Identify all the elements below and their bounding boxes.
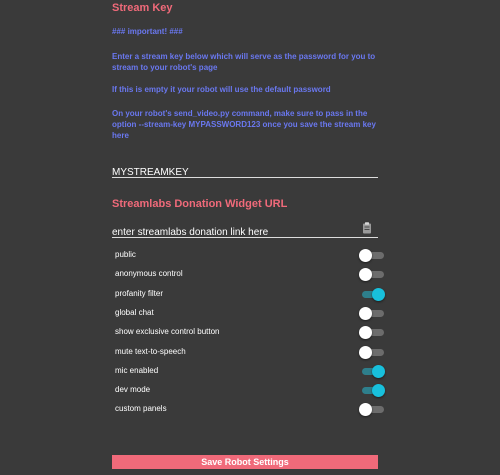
donation-link-input[interactable] — [112, 225, 352, 240]
stream-key-info-3: On your robot's send_video.py command, m… — [112, 109, 376, 140]
toggle-anonymous-control[interactable] — [359, 268, 385, 282]
setting-label-profanity-filter: profanity filter — [115, 288, 164, 298]
stream-key-info-2: If this is empty it your robot will use … — [112, 85, 331, 94]
stream-key-title: Stream Key — [112, 2, 173, 14]
clipboard-icon[interactable] — [362, 222, 372, 234]
toggle-knob — [359, 326, 372, 340]
toggle-knob — [372, 287, 385, 301]
toggle-mute-text-to-speech[interactable] — [359, 345, 385, 359]
important-notice: ### important! ### — [112, 27, 183, 36]
toggle-knob — [359, 403, 372, 417]
toggle-knob — [359, 268, 372, 282]
donation-widget-title: Streamlabs Donation Widget URL — [112, 198, 288, 210]
toggle-global-chat[interactable] — [359, 306, 385, 320]
setting-row-show-exclusive-control-button: show exclusive control button — [115, 324, 384, 340]
toggle-dev-mode[interactable] — [359, 384, 385, 398]
setting-label-public: public — [115, 250, 136, 259]
toggle-show-exclusive-control-button[interactable] — [359, 326, 385, 340]
setting-label-global-chat: global chat — [115, 307, 154, 317]
setting-label-dev-mode: dev mode — [115, 385, 151, 395]
setting-row-public: public — [115, 247, 384, 263]
toggle-public[interactable] — [359, 249, 385, 262]
toggle-knob — [372, 384, 385, 398]
toggle-knob — [359, 249, 372, 262]
setting-label-show-exclusive-control-button: show exclusive control button — [115, 327, 220, 337]
toggle-profanity-filter[interactable] — [359, 287, 385, 301]
toggle-knob — [359, 345, 372, 359]
stream-key-info-1: Enter a stream key below which will serv… — [112, 52, 376, 72]
setting-row-custom-panels: custom panels — [115, 401, 384, 417]
setting-label-mute-text-to-speech: mute text-to-speech — [115, 346, 186, 356]
setting-row-profanity-filter: profanity filter — [115, 286, 385, 302]
toggle-knob — [359, 306, 372, 320]
stream-key-field — [112, 162, 378, 180]
setting-label-anonymous-control: anonymous control — [115, 269, 183, 279]
donation-link-field — [112, 222, 378, 240]
setting-label-mic-enabled: mic enabled — [115, 365, 159, 375]
setting-row-mic-enabled: mic enabled — [115, 363, 385, 379]
setting-row-anonymous-control: anonymous control — [115, 266, 384, 282]
toggle-mic-enabled[interactable] — [359, 364, 385, 378]
toggle-custom-panels[interactable] — [359, 403, 385, 417]
setting-row-global-chat: global chat — [115, 305, 384, 321]
stream-key-input[interactable] — [112, 165, 352, 180]
setting-row-dev-mode: dev mode — [115, 382, 385, 398]
setting-row-mute-text-to-speech: mute text-to-speech — [115, 344, 384, 360]
setting-label-custom-panels: custom panels — [115, 404, 167, 414]
toggle-knob — [372, 364, 385, 378]
save-robot-settings-button[interactable]: Save Robot Settings — [112, 455, 378, 469]
